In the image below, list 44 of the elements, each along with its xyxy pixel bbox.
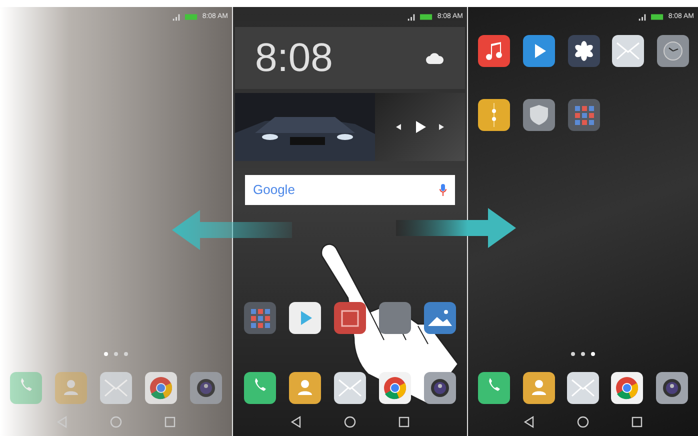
envelope-icon[interactable] xyxy=(566,372,599,404)
browser-icon[interactable] xyxy=(611,372,644,404)
home-icon[interactable] xyxy=(344,416,356,428)
camera-icon[interactable] xyxy=(424,372,456,404)
next-icon[interactable] xyxy=(438,123,446,131)
recents-icon[interactable] xyxy=(398,416,410,428)
battery-icon xyxy=(185,14,198,20)
search-bar[interactable]: Google xyxy=(245,175,455,205)
microphone-icon[interactable] xyxy=(439,184,447,196)
gallery-icon[interactable] xyxy=(424,302,456,334)
calendar-icon[interactable] xyxy=(334,302,366,334)
contact-icon[interactable] xyxy=(288,372,321,404)
shield-icon[interactable] xyxy=(522,99,555,131)
search-logo: Google xyxy=(253,181,295,200)
battery-icon xyxy=(651,14,664,20)
clock-time: 8:08 xyxy=(255,38,333,78)
contact-icon[interactable] xyxy=(522,372,555,404)
play-icon[interactable] xyxy=(522,35,555,67)
home-icon[interactable] xyxy=(577,416,589,428)
envelope-icon[interactable] xyxy=(334,372,366,404)
back-icon[interactable] xyxy=(523,416,535,428)
cloud-icon xyxy=(425,51,445,65)
play-store-icon[interactable] xyxy=(288,302,321,334)
music-note-icon[interactable] xyxy=(478,35,510,67)
clock-widget[interactable]: 8:08 xyxy=(235,27,465,89)
play-icon[interactable] xyxy=(414,121,426,133)
camera-icon[interactable] xyxy=(190,372,222,404)
app-folder-icon[interactable] xyxy=(244,302,276,334)
previous-icon[interactable] xyxy=(394,123,402,131)
back-icon[interactable] xyxy=(290,416,302,428)
app-folder-icon[interactable] xyxy=(568,99,600,131)
clock-icon[interactable] xyxy=(657,35,690,67)
recents-icon[interactable] xyxy=(631,416,643,428)
phone-icon[interactable] xyxy=(244,372,276,404)
envelope-icon[interactable] xyxy=(612,35,644,67)
camera-icon[interactable] xyxy=(656,372,688,404)
app-icon[interactable] xyxy=(379,302,412,334)
signal-icon xyxy=(638,13,648,21)
flower-icon[interactable] xyxy=(568,35,600,67)
files-icon[interactable] xyxy=(478,99,510,131)
battery-icon xyxy=(420,14,434,20)
phone-icon[interactable] xyxy=(478,372,510,404)
signal-icon xyxy=(172,13,182,21)
signal-icon xyxy=(407,13,416,21)
